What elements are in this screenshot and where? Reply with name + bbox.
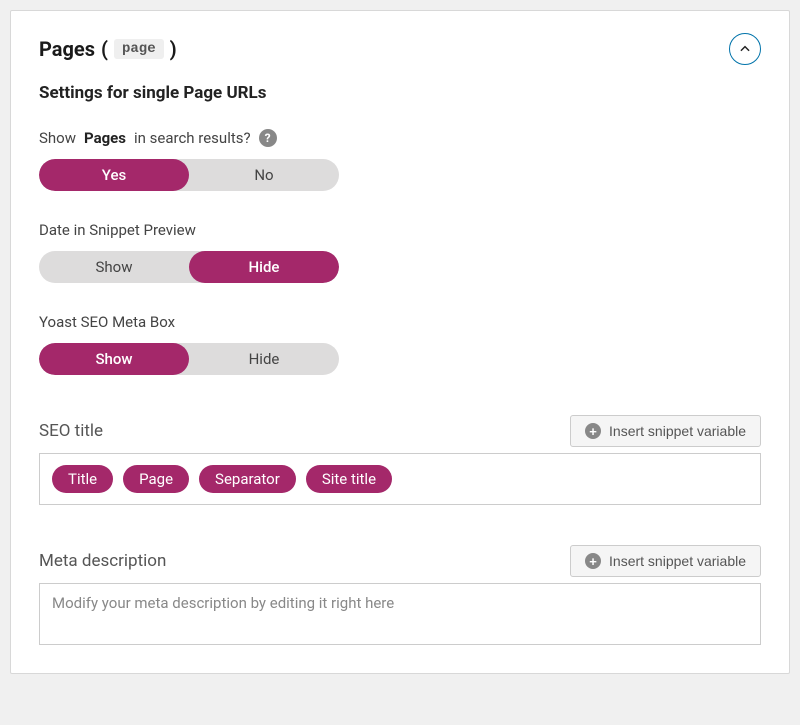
seo-title-label: SEO title [39,421,103,441]
meta-box-hide[interactable]: Hide [189,343,339,375]
help-icon[interactable]: ? [259,129,277,147]
meta-description-header: Meta description + Insert snippet variab… [39,545,761,577]
label-suffix: in search results? [134,129,251,147]
paren-close: ) [170,37,177,61]
label-text: Date in Snippet Preview [39,221,196,239]
seo-title-input[interactable]: Title Page Separator Site title [39,453,761,505]
post-type-slug: page [114,39,164,59]
meta-box-field: Yoast SEO Meta Box Show Hide [39,313,761,375]
pages-settings-panel: Pages ( page ) Settings for single Page … [10,10,790,674]
insert-snippet-variable-button[interactable]: + Insert snippet variable [570,415,761,447]
show-in-search-toggle: Yes No [39,159,339,191]
meta-description-input[interactable]: Modify your meta description by editing … [39,583,761,645]
label-bold: Pages [84,129,126,147]
settings-subheader: Settings for single Page URLs [39,83,761,103]
meta-box-label: Yoast SEO Meta Box [39,313,761,331]
title-prefix: Pages [39,37,95,61]
snippet-variable-title[interactable]: Title [52,465,113,493]
meta-description-label: Meta description [39,551,166,571]
seo-title-field: SEO title + Insert snippet variable Titl… [39,415,761,505]
snippet-variable-separator[interactable]: Separator [199,465,296,493]
panel-header: Pages ( page ) [39,33,761,65]
date-snippet-field: Date in Snippet Preview Show Hide [39,221,761,283]
meta-box-show[interactable]: Show [39,343,189,375]
snippet-variable-page[interactable]: Page [123,465,189,493]
seo-title-header: SEO title + Insert snippet variable [39,415,761,447]
paren-open: ( [101,37,108,61]
label-prefix: Show [39,129,76,147]
insert-btn-label: Insert snippet variable [609,423,746,439]
meta-box-toggle: Show Hide [39,343,339,375]
meta-description-field: Meta description + Insert snippet variab… [39,545,761,645]
date-snippet-toggle: Show Hide [39,251,339,283]
date-snippet-show[interactable]: Show [39,251,189,283]
collapse-button[interactable] [729,33,761,65]
date-snippet-label: Date in Snippet Preview [39,221,761,239]
insert-snippet-variable-button[interactable]: + Insert snippet variable [570,545,761,577]
label-text: Yoast SEO Meta Box [39,313,175,331]
snippet-variable-site-title[interactable]: Site title [306,465,392,493]
date-snippet-hide[interactable]: Hide [189,251,339,283]
show-in-search-yes[interactable]: Yes [39,159,189,191]
show-in-search-field: Show Pages in search results? ? Yes No [39,129,761,191]
chevron-up-icon [738,42,752,56]
show-in-search-no[interactable]: No [189,159,339,191]
plus-circle-icon: + [585,553,601,569]
plus-circle-icon: + [585,423,601,439]
show-in-search-label: Show Pages in search results? ? [39,129,761,147]
panel-title: Pages ( page ) [39,37,177,61]
insert-btn-label: Insert snippet variable [609,553,746,569]
